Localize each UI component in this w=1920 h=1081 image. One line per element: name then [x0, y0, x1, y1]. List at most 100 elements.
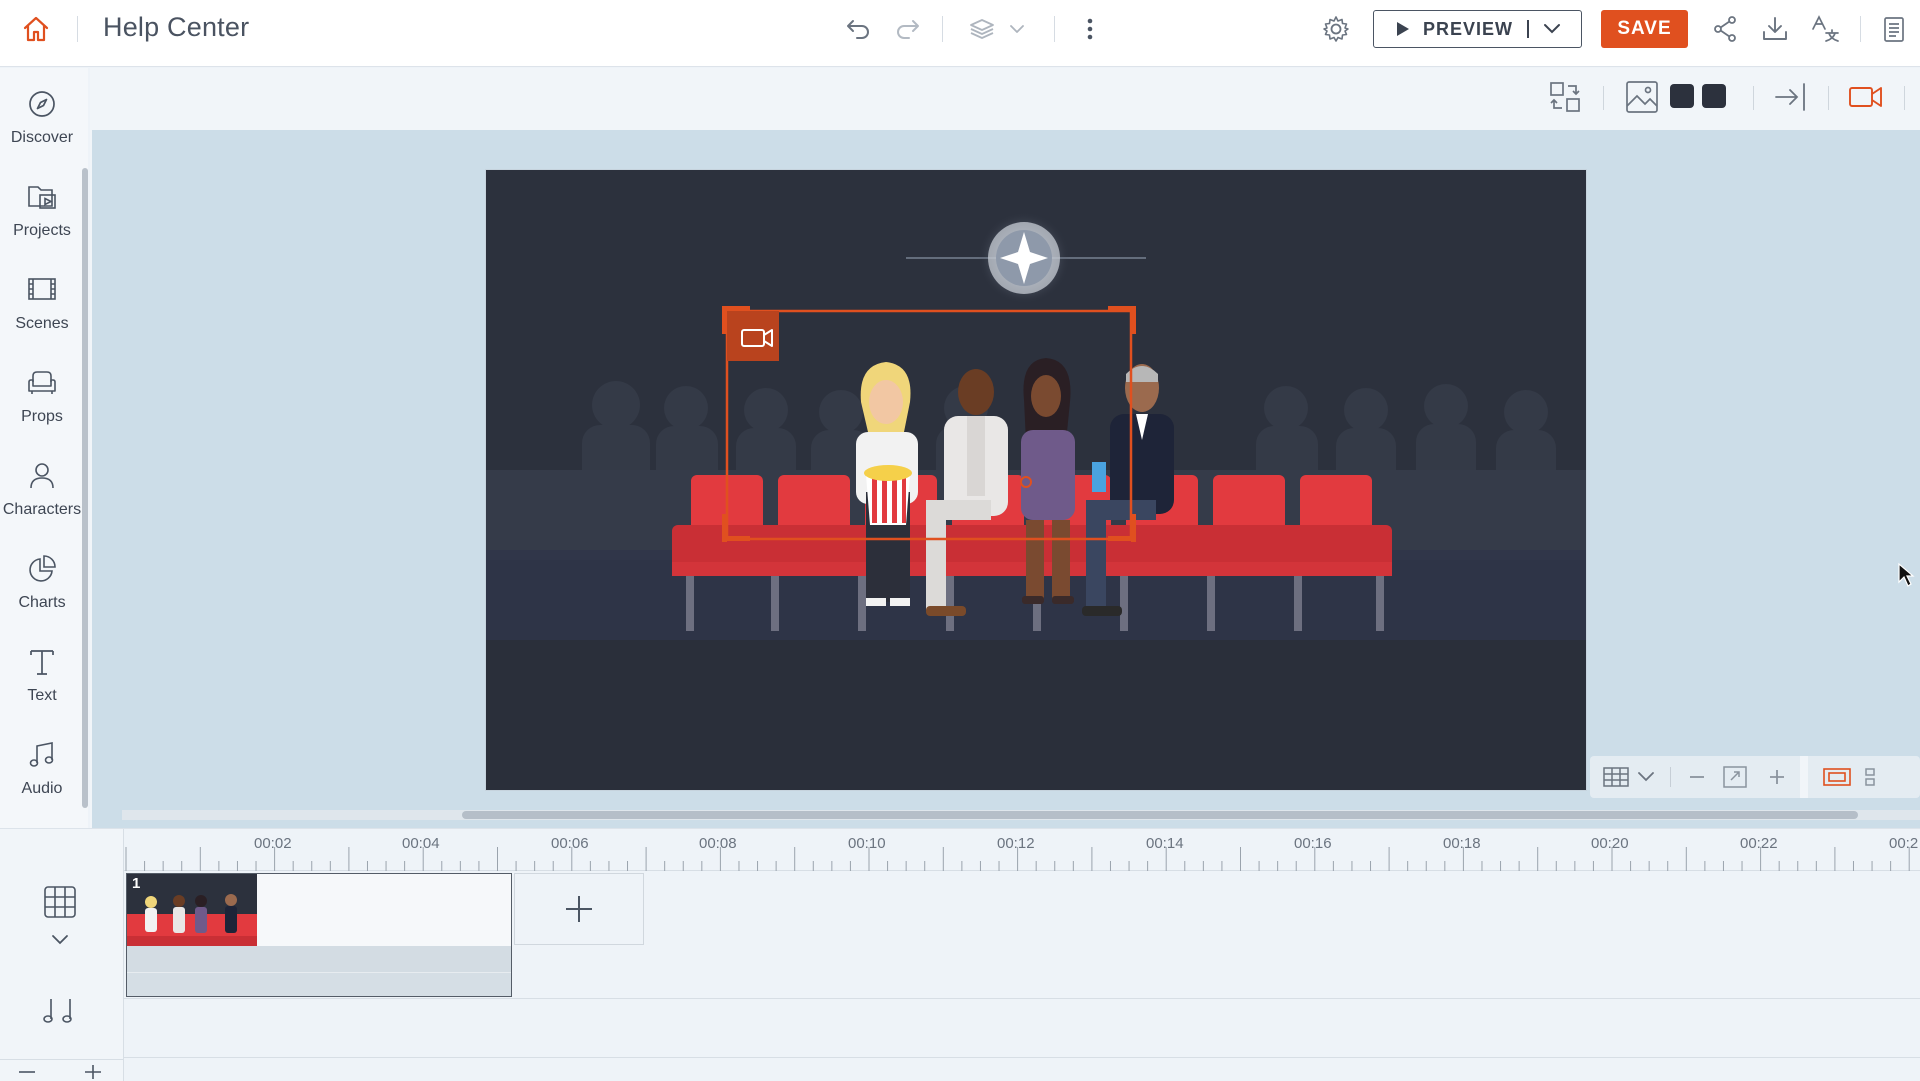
scene-canvas[interactable] — [486, 170, 1586, 790]
chevron-down-icon[interactable] — [1636, 770, 1656, 784]
divider — [1753, 86, 1754, 110]
divider — [1828, 86, 1829, 110]
swap-layout-icon[interactable] — [1548, 80, 1582, 114]
audio-track-icon[interactable] — [42, 997, 80, 1027]
page-title[interactable]: Help Center — [103, 12, 249, 43]
tick-label: 00:12 — [997, 835, 1035, 852]
preview-button[interactable]: PREVIEW — [1373, 10, 1582, 48]
tick-label: 00:04 — [402, 835, 440, 852]
sidebar-scrollbar[interactable] — [82, 168, 88, 808]
tick-label: 00:18 — [1443, 835, 1481, 852]
chevron-down-icon[interactable] — [50, 933, 70, 947]
character-icon — [27, 454, 57, 498]
timeline: 00:02 00:04 00:06 00:08 00:10 00:12 00:1… — [0, 828, 1920, 1081]
scene-track: 1 — [124, 871, 1920, 999]
sidebar-item-label: Props — [21, 408, 63, 425]
settings-gear-icon[interactable] — [1319, 0, 1353, 58]
redo-icon[interactable] — [892, 0, 924, 58]
tick-label: 00:02 — [254, 835, 292, 852]
undo-icon[interactable] — [842, 0, 874, 58]
audio-track[interactable] — [124, 1000, 1920, 1058]
divider — [1603, 86, 1604, 110]
more-vertical-icon[interactable] — [1074, 0, 1106, 58]
scene-grid-icon[interactable] — [43, 885, 77, 919]
sidebar-item-label: Characters — [2, 501, 82, 518]
zoom-out-icon[interactable] — [1686, 766, 1708, 788]
sidebar: Discover Projects Scenes Props Character… — [0, 68, 88, 848]
background-image-icon[interactable] — [1625, 80, 1659, 114]
frame-ratio-icon[interactable] — [1822, 766, 1852, 788]
tick-label: 00:2 — [1889, 835, 1919, 852]
sidebar-item-label: Charts — [18, 594, 66, 611]
grid-icon[interactable] — [1602, 765, 1630, 789]
translate-icon[interactable] — [1808, 0, 1844, 58]
pie-chart-icon — [27, 547, 57, 591]
sidebar-item-projects[interactable]: Projects — [0, 167, 84, 253]
scrollbar-thumb[interactable] — [462, 811, 1858, 819]
scenes-film-icon — [26, 268, 58, 312]
text-icon — [27, 640, 57, 684]
share-icon[interactable] — [1709, 0, 1741, 58]
projects-folder-icon — [26, 175, 58, 219]
sidebar-item-discover[interactable]: Discover — [0, 74, 84, 160]
zoom-out-icon[interactable] — [16, 1063, 38, 1081]
sidebar-item-props[interactable]: Props — [0, 353, 84, 439]
scene-transition-bar[interactable] — [127, 946, 511, 972]
scene-thumbnail: 1 — [127, 874, 257, 946]
sidebar-item-label: Scenes — [15, 315, 69, 332]
sidebar-item-scenes[interactable]: Scenes — [0, 260, 84, 346]
sidebar-item-label: Audio — [21, 780, 63, 797]
tick-label: 00:08 — [699, 835, 737, 852]
mouse-cursor-icon — [1897, 562, 1915, 588]
scene-clip[interactable]: 1 — [126, 873, 512, 997]
divider — [1860, 16, 1861, 42]
download-icon[interactable] — [1758, 0, 1792, 58]
divider — [942, 16, 943, 42]
zoom-in-icon[interactable] — [82, 1063, 104, 1081]
plus-icon — [566, 896, 592, 922]
divider — [1670, 767, 1671, 787]
add-scene-button[interactable] — [514, 873, 644, 945]
music-note-icon — [27, 733, 57, 777]
sidebar-item-label: Discover — [10, 129, 74, 146]
compass-icon — [27, 82, 57, 126]
sidebar-item-audio[interactable]: Audio — [0, 725, 84, 811]
tick-label: 00:14 — [1146, 835, 1184, 852]
divider — [77, 16, 78, 42]
sidebar-item-charts[interactable]: Charts — [0, 539, 84, 625]
divider — [1054, 16, 1055, 42]
sidebar-item-characters[interactable]: Characters — [0, 446, 84, 532]
sidebar-item-label: Text — [27, 687, 57, 704]
tick-label: 00:22 — [1740, 835, 1778, 852]
layers-dropdown[interactable] — [966, 0, 1030, 58]
divider — [0, 1059, 124, 1060]
top-bar: Help Center PREVIEW SAVE — [0, 0, 1920, 67]
tick-label: 00:06 — [551, 835, 589, 852]
cinema-scene-illustration — [486, 212, 1586, 790]
sidebar-item-label: Projects — [13, 222, 71, 239]
chevron-down-icon[interactable] — [1543, 23, 1561, 35]
save-button[interactable]: SAVE — [1601, 10, 1688, 48]
play-icon — [1396, 21, 1410, 37]
zoom-toolbar — [1590, 756, 1920, 798]
tick-label: 00:16 — [1294, 835, 1332, 852]
timeline-controls — [0, 829, 124, 1081]
divider — [1800, 756, 1808, 798]
enter-transition-icon[interactable] — [1773, 82, 1807, 112]
camera-icon[interactable] — [1848, 82, 1884, 112]
canvas-toolbar — [1540, 76, 1920, 120]
time-ruler[interactable]: 00:02 00:04 00:06 00:08 00:10 00:12 00:1… — [124, 829, 1920, 871]
divider — [1904, 86, 1905, 110]
horizontal-scrollbar[interactable] — [122, 810, 1920, 820]
scene-duration-bar[interactable] — [127, 972, 511, 996]
grid-layout-icon[interactable] — [1864, 766, 1876, 788]
fit-screen-icon[interactable] — [1722, 765, 1748, 789]
preview-label: PREVIEW — [1423, 18, 1514, 39]
zoom-in-icon[interactable] — [1766, 766, 1788, 788]
notes-icon[interactable] — [1878, 0, 1910, 58]
sidebar-item-text[interactable]: Text — [0, 632, 84, 718]
home-icon[interactable] — [18, 0, 54, 58]
color-swatch-primary[interactable] — [1670, 84, 1694, 108]
color-swatch-secondary[interactable] — [1702, 84, 1726, 108]
tick-label: 00:20 — [1591, 835, 1629, 852]
